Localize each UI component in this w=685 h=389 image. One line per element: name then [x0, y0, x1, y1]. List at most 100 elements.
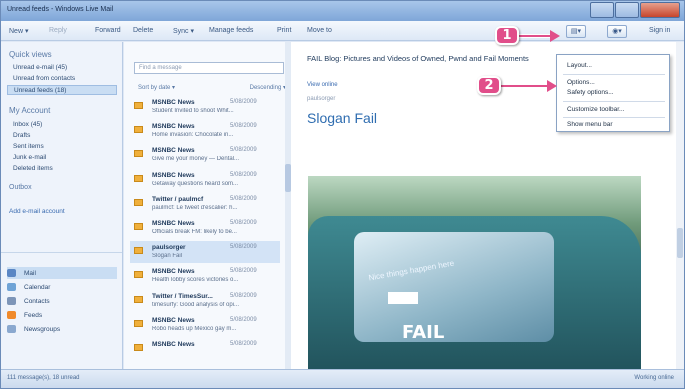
message-subject: Robo heads up Mexico gay m...: [152, 325, 237, 332]
module-newsgroups[interactable]: Newsgroups: [7, 323, 60, 335]
nav-inbox[interactable]: Inbox (45): [13, 121, 42, 128]
module-mail-label: Mail: [24, 269, 36, 277]
calendar-icon: [7, 283, 16, 291]
list-item[interactable]: MSNBC News 5/08/2009 Home invasion: Chocol…: [130, 120, 280, 142]
feed-item-icon: [134, 271, 143, 279]
feed-item-icon: [134, 150, 143, 158]
list-item[interactable]: MSNBC News 5/08/2009 Officials break FM: l…: [130, 217, 280, 239]
nav-unread-email[interactable]: Unread e-mail (45): [13, 64, 67, 71]
feed-item-icon: [134, 247, 143, 255]
list-item[interactable]: MSNBC News 5/08/2009 Student Invited to sh…: [130, 96, 280, 118]
newsgroups-icon: [7, 325, 16, 333]
sign-in-button[interactable]: Sign in: [649, 27, 670, 34]
contacts-icon: [7, 297, 16, 305]
list-item[interactable]: MSNBC News 5/08/2009 Give me your money — …: [130, 144, 280, 166]
callout-badge-1: 1: [495, 26, 519, 45]
menu-safety-options[interactable]: Safety options...: [567, 89, 614, 96]
status-online: Working online: [634, 375, 674, 381]
nav-deleted-items[interactable]: Deleted items: [13, 165, 53, 172]
message-subject: timesurfy: Good analysis of opi...: [152, 301, 240, 308]
message-from: Twitter / TimesSur...: [152, 292, 213, 300]
message-subject: Slogan Fail: [152, 253, 183, 260]
module-switcher: Mail Calendar Contacts Feeds Newsgroups: [1, 252, 122, 369]
help-icon: ◉▾: [612, 28, 622, 35]
help-button[interactable]: ◉▾: [607, 25, 627, 38]
status-count: 111 message(s), 18 unread: [7, 375, 80, 381]
move-to-button[interactable]: Move to: [307, 27, 332, 34]
message-subject: Getaway questions heard som...: [152, 180, 239, 187]
menu-customize-toolbar[interactable]: Customize toolbar...: [567, 106, 624, 113]
reading-pane-scrollbar[interactable]: [676, 42, 684, 369]
sync-button[interactable]: Sync ▾: [173, 27, 194, 35]
reply-button[interactable]: Reply: [49, 27, 67, 34]
nav-unread-contacts[interactable]: Unread from contacts: [13, 75, 75, 82]
add-account-link[interactable]: Add e-mail account: [9, 208, 65, 215]
message-date: 5/08/2009: [230, 147, 257, 154]
feed-item-icon: [134, 198, 143, 206]
list-item[interactable]: MSNBC News 5/08/2009 Robo heads up Mexico …: [130, 314, 280, 336]
list-item[interactable]: paulsorger 5/08/2009 Slogan Fail: [130, 241, 280, 264]
toolbar: New ▾ Reply Forward Delete Sync ▾ Manage…: [1, 21, 684, 41]
list-item[interactable]: Twitter / paulmcf 5/08/2009 paulmcf: Le tw…: [130, 193, 280, 215]
module-calendar-label: Calendar: [24, 283, 51, 291]
message-date: 5/08/2009: [230, 171, 257, 178]
nav-unread-feeds[interactable]: Unread feeds (18): [7, 85, 117, 95]
message-subject: Student Invited to shoot Whit...: [152, 108, 234, 114]
maximize-button[interactable]: [615, 2, 639, 18]
forward-button[interactable]: Forward: [95, 27, 121, 34]
message-date: 5/08/2009: [230, 244, 257, 251]
delete-button[interactable]: Delete: [133, 27, 153, 34]
nav-drafts[interactable]: Drafts: [13, 132, 30, 139]
menu-options[interactable]: Options...: [567, 79, 595, 86]
search-input[interactable]: Find a message: [134, 62, 284, 74]
message-from: MSNBC News: [152, 341, 195, 348]
module-calendar[interactable]: Calendar: [7, 281, 50, 293]
list-item[interactable]: MSNBC News 5/08/2009 Getaway questions hea…: [130, 169, 280, 191]
manage-feeds-button[interactable]: Manage feeds: [209, 27, 253, 34]
sort-bar: Sort by date ▾ Descending ▾: [138, 84, 286, 91]
list-item[interactable]: Twitter / TimesSur... 5/08/2009 timesurfy:…: [130, 290, 280, 312]
module-feeds[interactable]: Feeds: [7, 309, 42, 321]
message-from: MSNBC News: [152, 268, 195, 276]
post-heading: Slogan Fail: [307, 110, 378, 126]
feed-item-icon: [134, 126, 143, 134]
title-bar: Unread feeds - Windows Live Mail: [1, 1, 684, 21]
new-button[interactable]: New ▾: [9, 27, 28, 35]
list-item[interactable]: MSNBC News 5/08/2009 Health lobby scores v…: [130, 265, 280, 287]
minimize-button[interactable]: [590, 2, 614, 18]
feed-item-icon: [134, 295, 143, 303]
menus-button[interactable]: ▤▾: [566, 25, 586, 38]
nav-junk-email[interactable]: Junk e-mail: [13, 154, 46, 161]
feed-item-icon: [134, 174, 143, 182]
list-item[interactable]: MSNBC News 5/08/2009: [130, 338, 280, 360]
feed-item-icon: [134, 344, 143, 351]
menu-show-menu-bar[interactable]: Show menu bar: [567, 121, 613, 128]
module-mail[interactable]: Mail: [7, 267, 117, 279]
menu-layout[interactable]: Layout...: [567, 62, 592, 69]
message-subject: Officials break FM: likely to be...: [152, 229, 237, 235]
message-date: 5/08/2009: [230, 123, 257, 130]
print-button[interactable]: Print: [277, 27, 291, 34]
post-image: Nice things happen here FAIL: [308, 176, 641, 369]
sort-order-dropdown[interactable]: Descending ▾: [250, 84, 286, 91]
status-bar: 111 message(s), 18 unread Working online: [1, 369, 684, 388]
message-from: MSNBC News: [152, 171, 195, 179]
module-contacts[interactable]: Contacts: [7, 295, 50, 307]
reading-scrollbar-thumb[interactable]: [677, 228, 683, 258]
nav-sent-items[interactable]: Sent items: [13, 143, 44, 150]
message-date: 5/08/2009: [230, 341, 257, 347]
message-date: 5/08/2009: [230, 195, 257, 202]
message-date: 5/08/2009: [230, 316, 257, 323]
account-header[interactable]: My Account: [9, 106, 50, 115]
message-from: MSNBC News: [152, 123, 195, 131]
message-subject: Give me your money — Dental...: [152, 156, 240, 163]
callout-badge-2: 2: [477, 76, 501, 95]
window-controls: [589, 2, 680, 18]
close-button[interactable]: [640, 2, 680, 18]
sort-by-dropdown[interactable]: Sort by date ▾: [138, 85, 175, 91]
message-date: 5/08/2009: [230, 99, 257, 105]
feed-title: FAIL Blog: Pictures and Videos of Owned,…: [307, 54, 529, 63]
message-subject: Health lobby scores victories o...: [152, 277, 239, 284]
view-online-link[interactable]: View online: [307, 82, 338, 88]
nav-outbox[interactable]: Outbox: [9, 184, 32, 191]
